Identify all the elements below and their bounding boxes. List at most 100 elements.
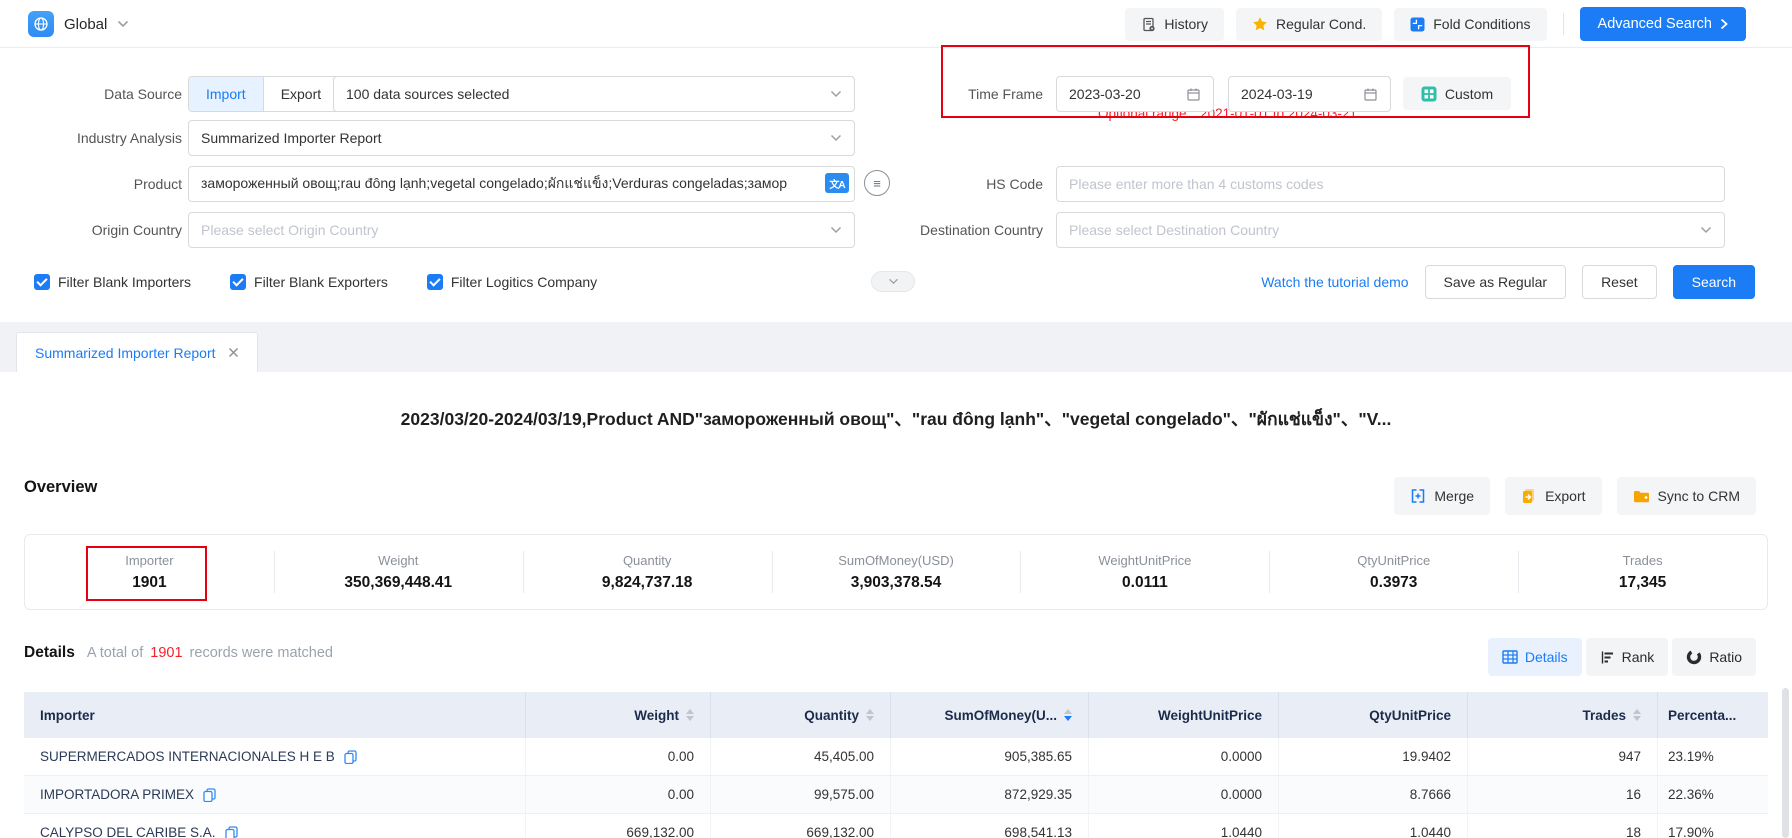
sync-to-crm-button[interactable]: Sync to CRM: [1617, 477, 1756, 515]
vertical-scrollbar[interactable]: [1782, 688, 1789, 838]
start-date-input[interactable]: 2023-03-20: [1056, 76, 1214, 112]
stat-label: Weight: [378, 553, 418, 568]
checkbox-checked-icon: [427, 274, 443, 290]
total-suffix: records were matched: [190, 645, 333, 661]
report-content: 2023/03/20-2024/03/19,Product AND"заморо…: [0, 372, 1792, 838]
chevron-down-icon: [888, 278, 899, 285]
product-label: Product: [0, 166, 182, 202]
trades-cell: 947: [1467, 738, 1657, 775]
custom-range-button[interactable]: Custom: [1403, 77, 1511, 110]
copy-icon[interactable]: [225, 826, 238, 838]
merge-icon: [1410, 488, 1426, 504]
import-option[interactable]: Import: [189, 77, 263, 111]
weight-unit-price-cell: 0.0000: [1088, 776, 1278, 813]
data-sources-select[interactable]: 100 data sources selected: [333, 76, 855, 112]
copy-icon[interactable]: [203, 788, 216, 802]
globe-app-icon: [28, 11, 54, 37]
industry-analysis-select[interactable]: Summarized Importer Report: [188, 120, 855, 156]
custom-range-label: Custom: [1445, 86, 1493, 102]
advanced-search-button[interactable]: Advanced Search: [1580, 7, 1746, 41]
translate-icon[interactable]: 文A: [825, 173, 849, 193]
chevron-down-icon: [117, 20, 129, 28]
overview-actions: Merge Export Sync to CRM: [1394, 477, 1756, 515]
destination-country-label: Destination Country: [860, 212, 1043, 248]
chevron-down-icon: [830, 226, 842, 234]
globe-icon: [33, 16, 49, 32]
col-header-qty-unit-price: QtyUnitPrice: [1278, 692, 1467, 738]
tab-summarized-importer-report[interactable]: Summarized Importer Report: [16, 332, 258, 372]
hs-code-input[interactable]: [1056, 166, 1725, 202]
product-field-wrap: 文A: [188, 166, 855, 202]
total-count: 1901: [150, 645, 182, 661]
chevron-down-icon: [830, 90, 842, 98]
stat-value: 1901: [132, 574, 166, 592]
sort-carets-icon[interactable]: [686, 709, 694, 721]
sync-folder-icon: [1633, 489, 1650, 504]
tab-bar: Summarized Importer Report: [0, 322, 1792, 372]
tutorial-demo-link[interactable]: Watch the tutorial demo: [1261, 274, 1408, 290]
weight-unit-price-cell: 0.0000: [1088, 738, 1278, 775]
history-button[interactable]: History: [1125, 8, 1224, 41]
close-icon[interactable]: [228, 347, 239, 358]
end-date-value: 2024-03-19: [1241, 86, 1313, 102]
regular-cond-button[interactable]: Regular Cond.: [1236, 8, 1382, 41]
view-rank-button[interactable]: Rank: [1586, 638, 1669, 676]
destination-country-placeholder: Please select Destination Country: [1069, 222, 1279, 238]
product-input[interactable]: [188, 166, 855, 202]
importer-name-cell[interactable]: IMPORTADORA PRIMEX: [24, 776, 525, 813]
fold-conditions-label: Fold Conditions: [1433, 16, 1530, 32]
region-switcher[interactable]: Global: [28, 0, 129, 48]
details-summary: Details A total of 1901 records were mat…: [24, 644, 333, 662]
col-header-weight[interactable]: Weight: [525, 692, 710, 738]
stat-value: 3,903,378.54: [851, 574, 942, 592]
qty-unit-price-cell: 8.7666: [1278, 776, 1467, 813]
filter-blank-importers-checkbox[interactable]: Filter Blank Importers: [34, 274, 191, 290]
filter-logitics-company-checkbox[interactable]: Filter Logitics Company: [427, 274, 597, 290]
col-header-weight-unit-price: WeightUnitPrice: [1088, 692, 1278, 738]
topbar-actions: History Regular Cond. Fold Conditions Ad…: [1125, 0, 1746, 48]
destination-country-select[interactable]: Please select Destination Country: [1056, 212, 1725, 248]
stat-importer: Importer 1901: [25, 535, 274, 609]
filter-blank-exporters-checkbox[interactable]: Filter Blank Exporters: [230, 274, 388, 290]
sort-carets-icon[interactable]: [1064, 709, 1072, 721]
merge-button[interactable]: Merge: [1394, 477, 1490, 515]
importer-name-cell[interactable]: CALYPSO DEL CARIBE S.A.: [24, 814, 525, 838]
stat-value: 0.0111: [1122, 574, 1168, 592]
end-date-input[interactable]: 2024-03-19: [1228, 76, 1391, 112]
export-option[interactable]: Export: [263, 77, 338, 111]
weight-cell: 669,132.00: [525, 814, 710, 838]
search-label: Search: [1692, 274, 1736, 290]
stat-weight-unit-price: WeightUnitPrice 0.0111: [1020, 535, 1269, 609]
stat-value: 17,345: [1619, 574, 1666, 592]
table-row: IMPORTADORA PRIMEX 0.00 99,575.00 872,92…: [24, 776, 1768, 814]
col-header-trades[interactable]: Trades: [1467, 692, 1657, 738]
reset-button[interactable]: Reset: [1582, 265, 1657, 299]
fold-conditions-button[interactable]: Fold Conditions: [1394, 8, 1546, 41]
history-icon: [1141, 17, 1156, 32]
col-header-sum-of-money[interactable]: SumOfMoney(U...: [890, 692, 1088, 738]
topbar: Global History Regular Cond.: [0, 0, 1792, 48]
chevron-down-icon: [830, 134, 842, 142]
total-prefix: A total of: [87, 645, 143, 661]
qty-unit-price-cell: 19.9402: [1278, 738, 1467, 775]
copy-icon[interactable]: [344, 750, 357, 764]
table-row: CALYPSO DEL CARIBE S.A. 669,132.00 669,1…: [24, 814, 1768, 838]
col-header-quantity[interactable]: Quantity: [710, 692, 890, 738]
sort-carets-icon[interactable]: [1633, 709, 1641, 721]
page: Global History Regular Cond.: [0, 0, 1792, 838]
search-form: Data Source Import Export 100 data sourc…: [0, 48, 1792, 322]
collapse-form-button[interactable]: [871, 271, 915, 292]
export-button[interactable]: Export: [1505, 477, 1601, 515]
save-as-regular-button[interactable]: Save as Regular: [1425, 265, 1567, 299]
view-ratio-button[interactable]: Ratio: [1672, 638, 1756, 676]
chevron-down-icon: [1700, 226, 1712, 234]
sort-carets-icon[interactable]: [866, 709, 874, 721]
search-button[interactable]: Search: [1673, 265, 1755, 299]
origin-country-select[interactable]: Please select Origin Country: [188, 212, 855, 248]
view-rank-label: Rank: [1622, 649, 1655, 665]
stat-value: 350,369,448.41: [344, 574, 452, 592]
rank-bars-icon: [1600, 650, 1615, 665]
industry-analysis-label: Industry Analysis: [0, 120, 182, 156]
view-details-button[interactable]: Details: [1488, 638, 1582, 676]
importer-name-cell[interactable]: SUPERMERCADOS INTERNACIONALES H E B: [24, 738, 525, 775]
